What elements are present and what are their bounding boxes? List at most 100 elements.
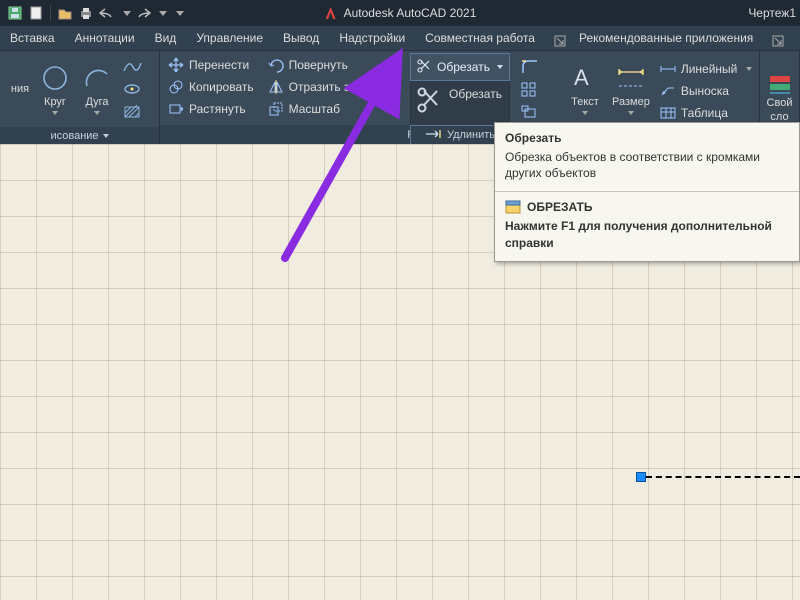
chevron-down-icon bbox=[746, 67, 752, 71]
qat-redo-icon[interactable] bbox=[134, 4, 152, 22]
trim-icon bbox=[417, 59, 433, 75]
command-icon bbox=[505, 200, 521, 214]
titlebar-app-title: Autodesk AutoCAD 2021 bbox=[324, 6, 477, 20]
tooltip-help: Нажмите F1 для получения дополнительной … bbox=[495, 218, 799, 260]
chevron-down-icon bbox=[94, 111, 100, 115]
line-button[interactable]: ния bbox=[6, 53, 34, 125]
copy-button[interactable]: Копировать bbox=[164, 76, 258, 98]
copy-label: Копировать bbox=[189, 80, 254, 94]
leader-button[interactable]: Выноска bbox=[656, 80, 757, 102]
svg-text:A: A bbox=[574, 65, 589, 90]
arc-icon bbox=[82, 63, 112, 93]
ellipse-icon[interactable] bbox=[122, 79, 142, 99]
tab-featured-apps[interactable]: Рекомендованные приложения bbox=[569, 27, 763, 50]
rotate-label: Повернуть bbox=[289, 58, 348, 72]
tooltip-title: Обрезать bbox=[495, 123, 799, 147]
qat-undo-icon[interactable] bbox=[98, 4, 116, 22]
text-label: Текст bbox=[571, 96, 599, 108]
arc-button[interactable]: Дуга bbox=[76, 53, 118, 125]
quick-access-toolbar bbox=[0, 4, 190, 22]
copy-icon bbox=[168, 79, 184, 95]
circle-label: Круг bbox=[44, 96, 66, 108]
table-icon bbox=[660, 105, 676, 121]
qat-open-icon[interactable] bbox=[56, 4, 74, 22]
tab-addins[interactable]: Надстройки bbox=[329, 27, 415, 50]
scissors-icon bbox=[417, 87, 443, 113]
mirror-label: Отразить зеркально bbox=[289, 80, 402, 94]
mirror-icon bbox=[268, 79, 284, 95]
arc-label: Дуга bbox=[85, 96, 108, 108]
circle-icon bbox=[40, 63, 70, 93]
qat-customize-icon[interactable] bbox=[176, 11, 184, 16]
dimension-icon bbox=[616, 63, 646, 93]
stretch-button[interactable]: Растянуть bbox=[164, 98, 258, 120]
table-label: Таблица bbox=[681, 106, 728, 120]
tab-annotate[interactable]: Аннотации bbox=[65, 27, 145, 50]
tooltip-trim: Обрезать Обрезка объектов в соответствии… bbox=[494, 122, 800, 262]
tab-manage[interactable]: Управление bbox=[186, 27, 273, 50]
scale-button[interactable]: Масштаб bbox=[264, 98, 406, 120]
stretch-icon bbox=[168, 101, 184, 117]
selection-grip[interactable] bbox=[636, 472, 646, 482]
tab-launcher-icon[interactable] bbox=[769, 32, 787, 50]
panel-draw: ния Круг Дуга ис bbox=[0, 51, 160, 145]
tab-collaborate[interactable]: Совместная работа bbox=[415, 27, 545, 50]
chevron-down-icon bbox=[582, 111, 588, 115]
scale-icon bbox=[268, 101, 284, 117]
tab-view[interactable]: Вид bbox=[145, 27, 187, 50]
move-label: Перенести bbox=[189, 58, 249, 72]
tooltip-command: ОБРЕЗАТЬ bbox=[495, 192, 799, 218]
scale-label: Масштаб bbox=[289, 102, 340, 116]
chevron-down-icon bbox=[52, 111, 58, 115]
panel-draw-title[interactable]: исование bbox=[0, 127, 159, 145]
crosshair-guide-line bbox=[646, 476, 800, 478]
tab-output[interactable]: Вывод bbox=[273, 27, 329, 50]
props-label: Свой bbox=[767, 97, 793, 109]
chevron-down-icon bbox=[103, 134, 109, 138]
chevron-down-icon[interactable] bbox=[497, 65, 503, 69]
qat-print-icon[interactable] bbox=[77, 4, 95, 22]
panel-draw-title-label: исование bbox=[50, 130, 98, 142]
chevron-down-icon[interactable] bbox=[159, 11, 167, 16]
document-name[interactable]: Чертеж1 bbox=[748, 6, 796, 20]
qat-save-icon[interactable] bbox=[6, 4, 24, 22]
line-label: ния bbox=[11, 83, 29, 95]
dimension-button[interactable]: Размер bbox=[606, 53, 656, 125]
trim-flyout-item[interactable]: Обрезать bbox=[410, 81, 510, 125]
linear-dim-icon bbox=[660, 61, 676, 77]
rotate-button[interactable]: Повернуть bbox=[264, 54, 406, 76]
qat-new-icon[interactable] bbox=[27, 4, 45, 22]
document-name-label: Чертеж1 bbox=[748, 6, 796, 20]
table-button[interactable]: Таблица bbox=[656, 102, 757, 124]
move-button[interactable]: Перенести bbox=[164, 54, 258, 76]
linear-dim-button[interactable]: Линейный bbox=[656, 58, 757, 80]
tab-launcher-icon[interactable] bbox=[551, 32, 569, 50]
stretch-label: Растянуть bbox=[189, 102, 246, 116]
fillet-icon[interactable] bbox=[520, 57, 540, 77]
array-icon[interactable] bbox=[520, 80, 540, 100]
ribbon-tab-bar: Вставка Аннотации Вид Управление Вывод Н… bbox=[0, 26, 800, 50]
dimension-label: Размер bbox=[612, 96, 650, 108]
leader-label: Выноска bbox=[681, 84, 729, 98]
explode-icon[interactable] bbox=[520, 103, 540, 123]
draw-extra-icons bbox=[118, 54, 146, 124]
chevron-down-icon[interactable] bbox=[123, 11, 131, 16]
tooltip-command-label: ОБРЕЗАТЬ bbox=[527, 200, 593, 214]
qat-separator bbox=[50, 5, 51, 21]
app-name-label: Autodesk AutoCAD 2021 bbox=[344, 6, 477, 20]
leader-icon bbox=[660, 83, 676, 99]
trim-button[interactable]: Обрезать bbox=[410, 53, 510, 81]
properties-icon bbox=[767, 73, 793, 95]
linear-label: Линейный bbox=[681, 62, 738, 76]
trim-sub-label: Обрезать bbox=[449, 87, 502, 101]
tab-insert[interactable]: Вставка bbox=[0, 27, 65, 50]
chevron-down-icon bbox=[628, 111, 634, 115]
text-button[interactable]: A Текст bbox=[564, 53, 606, 125]
text-icon: A bbox=[570, 63, 600, 93]
hatch-icon[interactable] bbox=[122, 102, 142, 122]
circle-button[interactable]: Круг bbox=[34, 53, 76, 125]
spline-icon[interactable] bbox=[122, 56, 142, 76]
move-icon bbox=[168, 57, 184, 73]
extend-label: Удлинить bbox=[447, 129, 495, 141]
mirror-button[interactable]: Отразить зеркально bbox=[264, 76, 406, 98]
